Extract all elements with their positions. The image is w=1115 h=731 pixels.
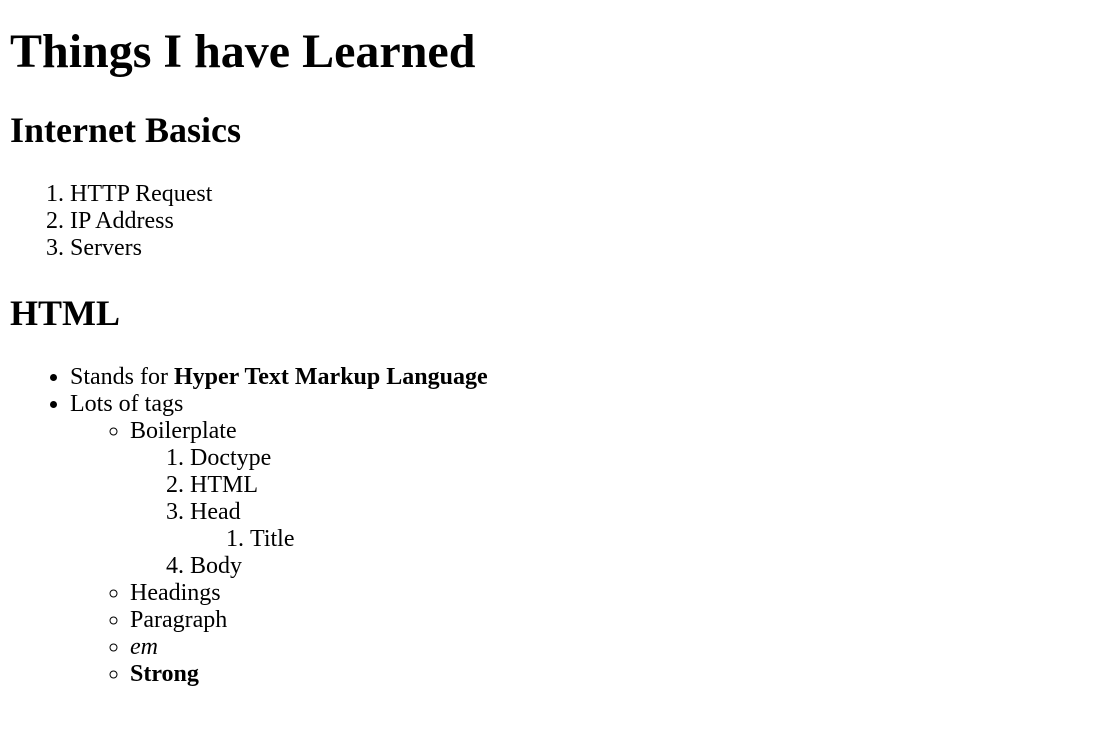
- internet-basics-list: HTTP Request IP Address Servers: [10, 181, 1105, 262]
- list-item: Servers: [70, 235, 1105, 262]
- list-item: Paragraph: [130, 607, 1105, 634]
- list-item: Lots of tags Boilerplate Doctype HTML He…: [70, 391, 1105, 688]
- list-item: Headings: [130, 580, 1105, 607]
- list-item: Doctype: [190, 445, 1105, 472]
- strong-text: Strong: [130, 661, 199, 687]
- head-list: Title: [190, 526, 1105, 553]
- section-heading-html: HTML: [10, 293, 121, 333]
- list-item: Strong: [130, 661, 1105, 688]
- list-item: HTTP Request: [70, 181, 1105, 208]
- list-item: em: [130, 634, 1105, 661]
- head-text: Head: [190, 499, 241, 525]
- list-item: HTML: [190, 472, 1105, 499]
- boilerplate-list: Doctype HTML Head Title Body: [130, 445, 1105, 580]
- html-list: Stands for Hyper Text Markup Language Lo…: [10, 364, 1105, 688]
- list-item: IP Address: [70, 208, 1105, 235]
- boilerplate-text: Boilerplate: [130, 418, 237, 444]
- list-item: Head Title: [190, 499, 1105, 553]
- list-item: Boilerplate Doctype HTML Head Title Body: [130, 418, 1105, 580]
- page-title: Things I have Learned: [10, 25, 476, 78]
- tags-list: Boilerplate Doctype HTML Head Title Body…: [70, 418, 1105, 688]
- stands-for-bold: Hyper Text Markup Language: [174, 364, 488, 390]
- stands-for-text: Stands for: [70, 364, 174, 390]
- list-item: Body: [190, 553, 1105, 580]
- list-item: Title: [250, 526, 1105, 553]
- list-item: Stands for Hyper Text Markup Language: [70, 364, 1105, 391]
- em-text: em: [130, 634, 158, 660]
- lots-of-tags-text: Lots of tags: [70, 391, 184, 417]
- section-heading-internet-basics: Internet Basics: [10, 110, 241, 150]
